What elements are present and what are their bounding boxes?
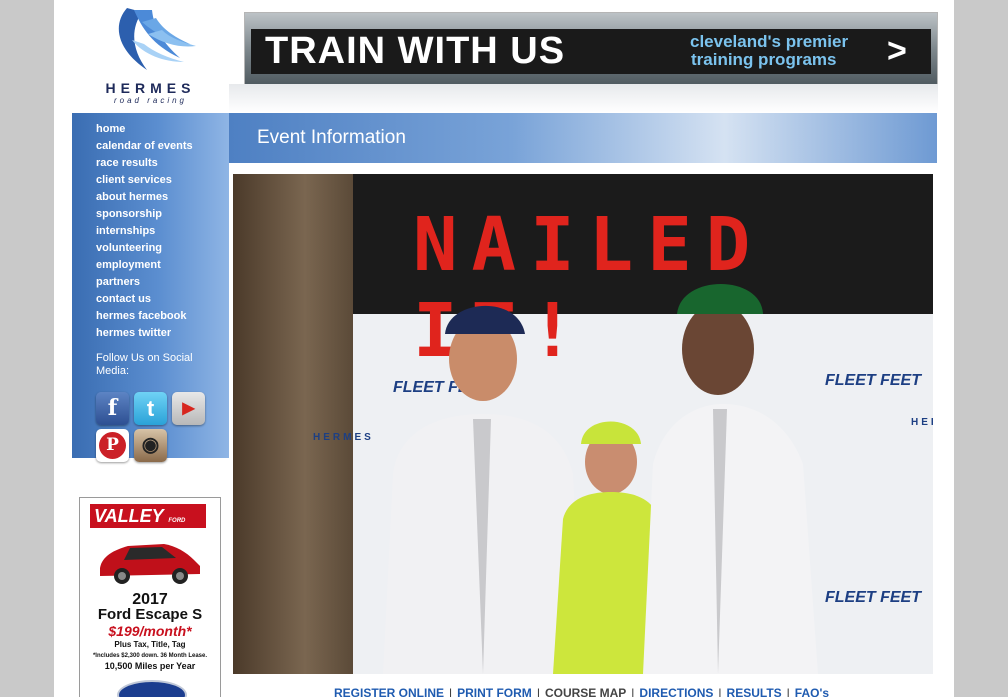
logo-tagline: road racing <box>113 96 188 105</box>
sidebar-item-about[interactable]: about hermes <box>96 189 193 206</box>
youtube-icon[interactable]: ▶ <box>172 392 205 425</box>
sidebar-item-partners[interactable]: partners <box>96 274 193 291</box>
ad-model: Ford Escape S <box>97 606 203 623</box>
people-image <box>383 284 818 674</box>
train-with-us-banner[interactable]: TRAIN WITH US cleveland's premier traini… <box>244 12 938 86</box>
sidebar-item-twitter[interactable]: hermes twitter <box>96 325 193 342</box>
sidebar-item-internships[interactable]: internships <box>96 223 193 240</box>
youtube-glyph: ▶ <box>182 400 195 417</box>
sidebar-item-client-services[interactable]: client services <box>96 172 193 189</box>
sidebar-item-volunteering[interactable]: volunteering <box>96 240 193 257</box>
valley-ford-ad[interactable]: VALLEY FORD TRUCK, INC. 2017 Ford Escape… <box>79 497 221 697</box>
sidebar-item-sponsorship[interactable]: sponsorship <box>96 206 193 223</box>
sidebar-item-employment[interactable]: employment <box>96 257 193 274</box>
sidebar-item-calendar[interactable]: calendar of events <box>96 138 193 155</box>
pinterest-icon[interactable]: P <box>96 429 129 462</box>
ad-tax: Plus Tax, Title, Tag <box>114 640 186 649</box>
ad-brand: VALLEY FORD TRUCK, INC. <box>90 504 206 553</box>
separator: | <box>631 686 635 697</box>
separator: | <box>718 686 722 697</box>
banner-fade <box>229 84 938 113</box>
facebook-glyph: f <box>107 395 118 421</box>
banner-arrow-icon: > <box>887 32 907 70</box>
banner-subtitle-1: cleveland's premier <box>690 32 849 51</box>
follow-us-text: Follow Us on Social Media: <box>96 352 193 377</box>
hermes-logo[interactable]: HERMES road racing <box>72 0 229 113</box>
separator: | <box>786 686 790 697</box>
hermes-wing-icon <box>118 8 196 70</box>
page-title: Event Information <box>257 127 406 148</box>
register-online-link[interactable]: REGISTER ONLINE <box>334 686 444 697</box>
car-image-icon <box>100 544 200 584</box>
sidebar-item-race-results[interactable]: race results <box>96 155 193 172</box>
sidebar-item-facebook[interactable]: hermes facebook <box>96 308 193 325</box>
twitter-glyph: t <box>146 396 155 421</box>
twitter-icon[interactable]: t <box>134 392 167 425</box>
facebook-icon[interactable]: f <box>96 392 129 425</box>
directions-link[interactable]: DIRECTIONS <box>639 686 713 697</box>
page-header: Event Information <box>229 113 937 163</box>
ad-brand-name: VALLEY <box>94 506 164 526</box>
print-form-link[interactable]: PRINT FORM <box>457 686 532 697</box>
faqs-link[interactable]: FAQ's <box>795 686 829 697</box>
separator: | <box>536 686 540 697</box>
ad-terms: *Includes $2,300 down. 36 Month Lease. <box>92 653 208 659</box>
event-photo: NAILED IT! FLEET FEET FLEET FEET FLEET F… <box>233 174 933 674</box>
logo-name: HERMES <box>105 80 196 96</box>
results-link[interactable]: RESULTS <box>727 686 782 697</box>
page-container: HERMES road racing home calendar of even… <box>54 0 954 697</box>
sidebar: home calendar of events race results cli… <box>72 113 229 462</box>
ad-price: $199/month* <box>108 623 192 639</box>
instagram-glyph: ◉ <box>141 434 160 456</box>
sidebar-nav: home calendar of events race results cli… <box>96 121 193 342</box>
banner-subtitle-2: training programs <box>691 50 837 69</box>
event-links-bar: REGISTER ONLINE | PRINT FORM | COURSE MAP | DI… <box>334 686 829 697</box>
ford-logo-icon <box>117 680 187 697</box>
course-map-text: COURSE MAP <box>544 686 627 697</box>
separator: | <box>449 686 453 697</box>
sidebar-item-contact[interactable]: contact us <box>96 291 193 308</box>
ad-miles: 10,500 Miles per Year <box>104 661 196 671</box>
banner-title: TRAIN WITH US <box>265 30 566 72</box>
pinterest-glyph: P <box>99 432 126 459</box>
instagram-icon[interactable]: ◉ <box>134 429 167 462</box>
sidebar-item-home[interactable]: home <box>96 121 193 138</box>
